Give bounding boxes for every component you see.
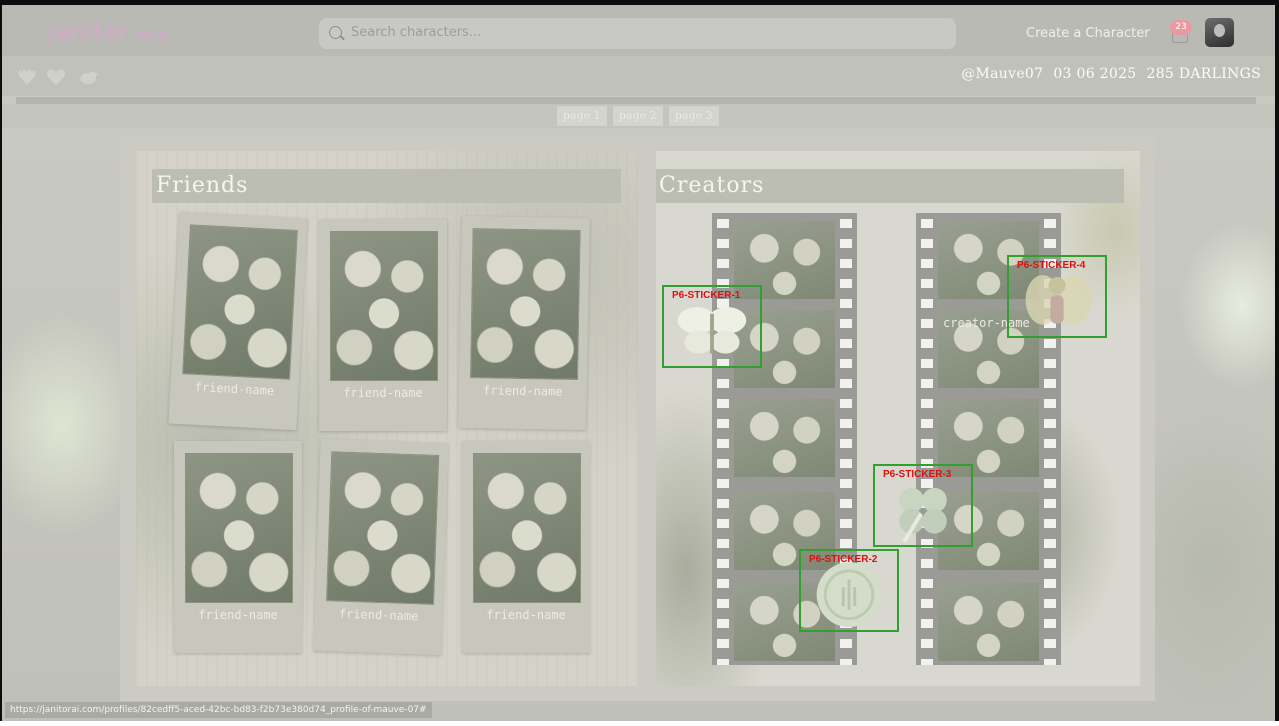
page-1-button[interactable]: page 1 (557, 106, 607, 126)
sticker-fairy[interactable]: P6-STICKER-4 (1007, 255, 1107, 338)
page: janitor beta Search characters... Create … (2, 5, 1275, 721)
friend-name: friend-name (338, 606, 419, 624)
sticker-label: P6-STICKER-4 (1017, 260, 1086, 271)
sticker-clover[interactable]: P6-STICKER-3 (873, 464, 973, 547)
sticker-label: P6-STICKER-3 (883, 469, 952, 480)
page-3-button[interactable]: page 3 (669, 106, 719, 126)
friend-photo (326, 451, 440, 605)
top-navbar: janitor beta Search characters... Create … (2, 5, 1275, 56)
cat-heart-icon[interactable] (17, 68, 37, 86)
creator-frame[interactable] (734, 399, 835, 477)
window-edge (0, 721, 1279, 726)
friend-card[interactable]: friend-name (458, 215, 590, 431)
sticker-label: P6-STICKER-2 (809, 554, 878, 565)
friend-photo (182, 224, 298, 380)
profile-username[interactable]: @Mauve07 (961, 66, 1043, 82)
friend-name: friend-name (343, 386, 423, 400)
friends-page: Friends friend-name friend-name friend-n… (136, 151, 638, 686)
friend-card[interactable]: friend-name (319, 219, 447, 431)
status-bar-url: https://janitorai.com/profiles/82cedff5-… (5, 702, 432, 718)
friend-name: friend-name (482, 383, 563, 399)
friends-title: Friends (152, 169, 621, 203)
profile-date: 03 06 2025 (1053, 66, 1137, 82)
friend-photo (330, 231, 438, 381)
page-2-button[interactable]: page 2 (613, 106, 663, 126)
logo-beta-badge: beta (134, 28, 168, 43)
friend-name: friend-name (194, 379, 275, 398)
user-avatar[interactable] (1205, 18, 1234, 47)
friend-card[interactable]: friend-name (462, 441, 590, 653)
friend-photo (470, 228, 581, 380)
create-character-link[interactable]: Create a Character (1026, 26, 1150, 41)
notification-count-badge[interactable]: 23 (1170, 20, 1192, 35)
creators-page: Creators creator-name P6-STICKER-1 P6-ST… (656, 151, 1140, 686)
scrapbook: Friends friend-name friend-name friend-n… (120, 136, 1155, 701)
friend-card[interactable]: friend-name (168, 211, 308, 431)
film-holes (717, 213, 729, 665)
friend-card[interactable]: friend-name (313, 438, 449, 656)
search-icon (329, 26, 342, 39)
sticker-butterfly[interactable]: P6-STICKER-1 (662, 285, 762, 368)
sticker-wax-seal[interactable]: P6-STICKER-2 (799, 549, 899, 632)
friend-card[interactable]: friend-name (174, 441, 302, 653)
logo-text: janitor (48, 19, 129, 45)
divider (16, 97, 1256, 104)
bird-icon[interactable] (78, 69, 100, 87)
search-bar[interactable]: Search characters... (319, 18, 956, 49)
friend-photo (185, 453, 293, 603)
friend-name: friend-name (486, 608, 566, 622)
friend-name: friend-name (198, 608, 278, 622)
profile-info: @Mauve07 03 06 2025 285 DARLINGS (951, 66, 1261, 82)
film-holes (921, 213, 933, 665)
browser-frame: janitor beta Search characters... Create … (0, 0, 1279, 726)
creators-title: Creators (656, 169, 1124, 203)
profile-header: @Mauve07 03 06 2025 285 DARLINGS (2, 56, 1275, 96)
friend-photo (473, 453, 581, 603)
darlings-count: 285 DARLINGS (1146, 66, 1261, 82)
creator-frame[interactable] (938, 583, 1039, 661)
search-input[interactable]: Search characters... (351, 25, 481, 40)
site-logo[interactable]: janitor beta (48, 19, 167, 45)
sticker-label: P6-STICKER-1 (672, 290, 741, 301)
heart-icon[interactable] (46, 68, 66, 86)
